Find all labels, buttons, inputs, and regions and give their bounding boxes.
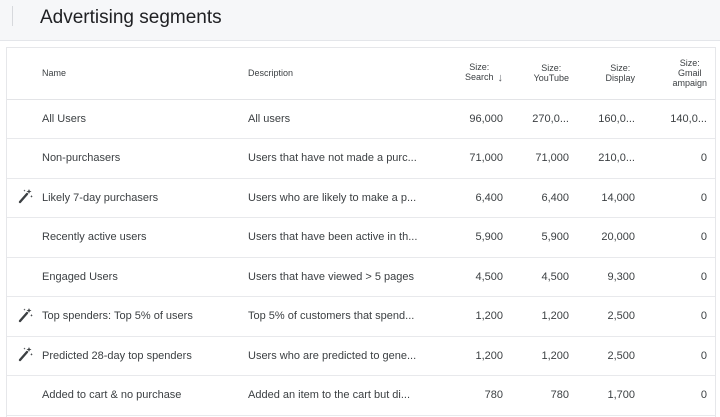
size-display-value: 20,000	[601, 231, 635, 244]
size-gmail-value: 0	[700, 152, 707, 165]
size-gmail-line-1: Size:	[679, 58, 700, 69]
segment-description: Users that have been active in th...	[248, 231, 418, 244]
table-row[interactable]: Added to cart & no purchase Added an item…	[7, 376, 715, 416]
size-display-value: 160,0...	[598, 112, 635, 125]
segment-name[interactable]: Likely 7-day purchasers	[42, 178, 248, 218]
segment-description: Added an item to the cart but di...	[248, 389, 411, 402]
page-header: Advertising segments	[0, 0, 720, 41]
table-row[interactable]: Predicted 28-day top spenders Users who a…	[7, 336, 715, 376]
column-header-size-display[interactable]: Size: Display	[577, 48, 643, 100]
size-gmail-value: 140,0...	[670, 112, 707, 125]
size-search-line-1: Size:	[469, 62, 490, 73]
row-icon-cell	[7, 139, 42, 179]
size-search-value: 96,000	[469, 112, 503, 125]
column-header-size-youtube[interactable]: Size: YouTube	[511, 48, 577, 100]
segment-description: Users that have viewed > 5 pages	[248, 270, 415, 283]
table-row[interactable]: All Users All users 96,000 270,0... 160,0...…	[7, 99, 715, 139]
size-youtube-value: 270,0...	[532, 112, 569, 125]
column-header-size-display-label: Size: Display	[605, 63, 635, 83]
arrow-down-icon[interactable]: ↓	[498, 72, 504, 84]
size-display-line-1: Size:	[610, 63, 631, 74]
column-header-description-label: Description	[248, 68, 294, 79]
row-icon-cell	[7, 376, 42, 416]
size-search-value: 4,500	[475, 270, 503, 283]
segment-name[interactable]: Non-purchasers	[42, 139, 248, 179]
row-icon-cell	[7, 297, 42, 337]
segment-description: Users who are likely to make a p...	[248, 191, 417, 204]
table-row[interactable]: Top spenders: Top 5% of users Top 5% of c…	[7, 297, 715, 337]
segment-name[interactable]: Engaged Users	[42, 257, 248, 297]
size-display-value: 2,500	[607, 310, 635, 323]
size-display-line-2: Display	[605, 73, 635, 84]
size-display-value: 210,0...	[598, 152, 635, 165]
column-header-name-label: Name	[42, 68, 67, 79]
column-header-size-youtube-label: Size: YouTube	[534, 63, 569, 83]
size-youtube-value: 71,000	[535, 152, 569, 165]
menu-divider	[12, 6, 27, 26]
size-gmail-line-2: Gmail	[677, 68, 702, 79]
size-youtube-value: 1,200	[541, 349, 569, 362]
size-display-value: 2,500	[607, 349, 635, 362]
magic-wand-icon	[17, 307, 33, 326]
segment-name[interactable]: Recently active users	[42, 218, 248, 258]
magic-wand-icon	[17, 347, 33, 365]
table-row[interactable]: Recently active users Users that have bee…	[7, 218, 715, 258]
size-search-value: 5,900	[475, 231, 503, 244]
row-icon-cell	[7, 218, 42, 258]
column-header-size-search-label: Size: Search	[465, 62, 494, 82]
table-row[interactable]: Engaged Users Users that have viewed > 5 …	[7, 257, 715, 297]
column-header-size-search[interactable]: Size: Search ↓	[446, 48, 511, 100]
column-header-description[interactable]: Description	[248, 48, 446, 100]
segment-description: Users who are predicted to gene...	[248, 349, 417, 362]
size-gmail-value: 0	[700, 389, 707, 402]
size-youtube-line-2: YouTube	[533, 73, 569, 84]
size-gmail-line-3: ampaign	[672, 78, 707, 89]
table-header-row: Name Description Size: Search ↓ Size: Yo…	[7, 48, 715, 100]
size-display-value: 9,300	[607, 270, 635, 283]
size-search-value: 1,200	[475, 349, 503, 362]
segment-name[interactable]: Added to cart & no purchase	[42, 376, 248, 416]
row-icon-cell	[7, 336, 42, 376]
size-display-value: 14,000	[601, 191, 635, 204]
size-gmail-value: 0	[700, 349, 707, 362]
size-youtube-value: 780	[550, 389, 569, 402]
size-youtube-value: 5,900	[541, 231, 569, 244]
page-title: Advertising segments	[40, 7, 222, 28]
column-header-size-gmail[interactable]: Size: Gmail ampaign	[643, 48, 715, 100]
segment-name[interactable]: Top spenders: Top 5% of users	[42, 297, 248, 337]
size-search-value: 71,000	[469, 152, 503, 165]
table-body: All Users All users 96,000 270,0... 160,0...…	[7, 99, 715, 415]
size-search-value: 6,400	[475, 191, 503, 204]
size-gmail-value: 0	[700, 231, 707, 244]
magic-wand-icon	[17, 189, 33, 207]
size-search-line-2: Search	[464, 72, 494, 83]
size-youtube-value: 6,400	[541, 191, 569, 204]
size-display-value: 1,700	[607, 389, 635, 402]
size-gmail-value: 0	[700, 270, 707, 283]
table-row[interactable]: Likely 7-day purchasers Users who are lik…	[7, 178, 715, 218]
segment-description: Users that have not made a purc...	[248, 152, 417, 165]
row-icon-cell	[7, 257, 42, 297]
size-gmail-value: 0	[700, 310, 707, 323]
icon-column-header	[7, 48, 42, 100]
segments-table: Name Description Size: Search ↓ Size: Yo…	[6, 47, 716, 417]
size-youtube-line-1: Size:	[541, 63, 562, 74]
size-gmail-value: 0	[700, 191, 707, 204]
column-header-size-gmail-label: Size: Gmail ampaign	[672, 58, 707, 88]
row-icon-cell	[7, 178, 42, 218]
size-search-value: 1,200	[475, 310, 503, 323]
segment-name[interactable]: Predicted 28-day top spenders	[42, 336, 248, 376]
row-icon-cell	[7, 99, 42, 139]
size-youtube-value: 1,200	[541, 310, 569, 323]
table-row[interactable]: Non-purchasers Users that have not made a…	[7, 139, 715, 179]
size-search-value: 780	[484, 389, 503, 402]
segment-description: All users	[248, 112, 291, 125]
column-header-name[interactable]: Name	[42, 48, 248, 100]
size-youtube-value: 4,500	[541, 270, 569, 283]
segment-name[interactable]: All Users	[42, 99, 248, 139]
segment-description: Top 5% of customers that spend...	[248, 310, 415, 323]
